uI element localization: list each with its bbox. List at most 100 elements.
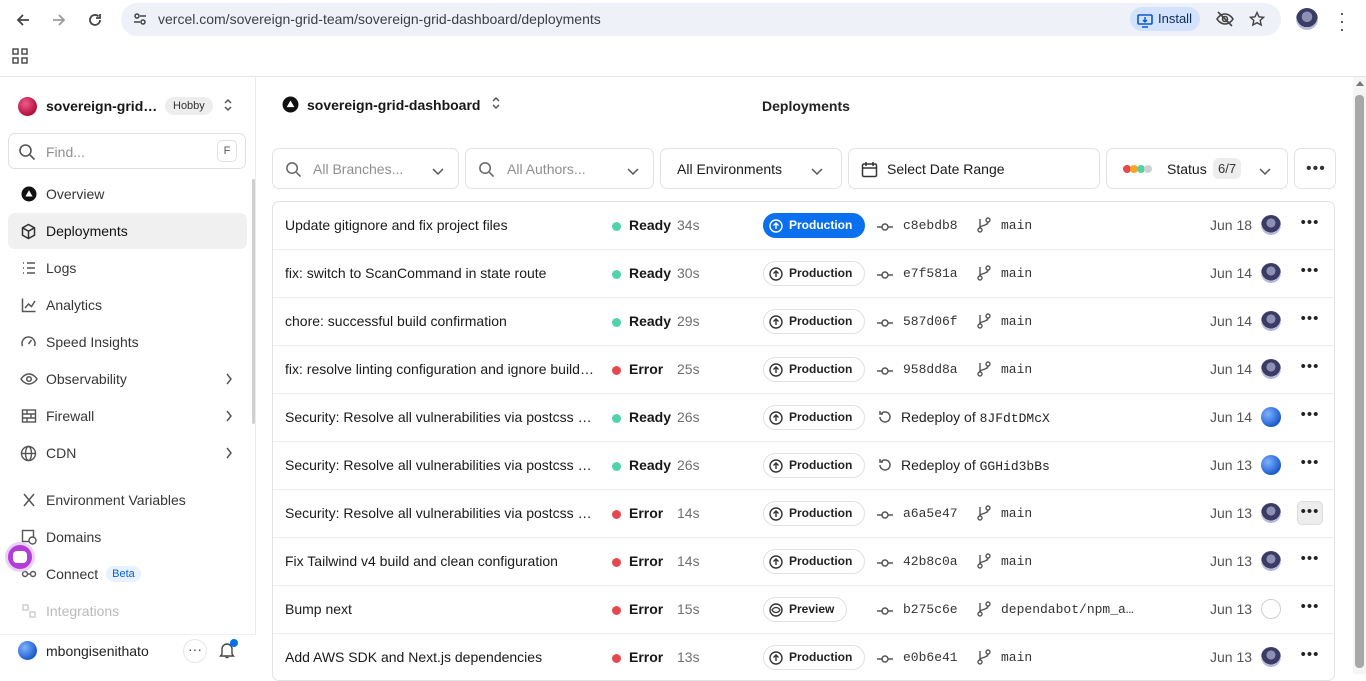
sidebar-item-analytics[interactable]: Analytics	[8, 287, 247, 323]
commit-sha[interactable]: b275c6e	[903, 602, 958, 617]
sidebar-item-environment-variables[interactable]: Environment Variables	[8, 482, 247, 518]
commit-message[interactable]: Bump next	[285, 601, 597, 617]
row-more-button[interactable]: •••	[1297, 453, 1323, 477]
scroll-up-arrow-icon[interactable]	[1356, 81, 1364, 86]
commit-message[interactable]: fix: switch to ScanCommand in state rout…	[285, 265, 597, 281]
environment-badge[interactable]: Production	[763, 501, 866, 526]
page-scrollbar[interactable]	[1353, 77, 1366, 674]
table-row[interactable]: fix: switch to ScanCommand in state rout…	[273, 250, 1334, 298]
table-row[interactable]: Fix Tailwind v4 build and clean configur…	[273, 538, 1334, 586]
commit-sha[interactable]: e7f581a	[903, 266, 958, 281]
table-row[interactable]: fix: resolve linting configuration and i…	[273, 346, 1334, 394]
team-switcher[interactable]: sovereign-grid-team Hobby	[18, 96, 233, 116]
author-avatar[interactable]	[1261, 551, 1281, 571]
row-more-button[interactable]: •••	[1297, 261, 1323, 285]
table-row[interactable]: Security: Resolve all vulnerabilities vi…	[273, 394, 1334, 442]
redeploy-link[interactable]: Redeploy of 8JFdtDMcX	[901, 409, 1050, 426]
user-menu[interactable]: mbongisenithato ···	[0, 634, 256, 674]
row-more-button[interactable]: •••	[1297, 405, 1323, 429]
row-more-button[interactable]: •••	[1297, 213, 1323, 237]
bookmark-star-icon[interactable]	[1248, 10, 1266, 30]
browser-profile-avatar[interactable]	[1296, 8, 1318, 30]
chevron-up-down-icon[interactable]	[491, 96, 501, 113]
author-avatar[interactable]	[1261, 215, 1281, 235]
sidebar-item-observability[interactable]: Observability	[8, 361, 247, 397]
branch-name[interactable]: dependabot/npm_and_yarn/next	[1001, 602, 1141, 617]
table-row[interactable]: Security: Resolve all vulnerabilities vi…	[273, 490, 1334, 538]
author-avatar[interactable]	[1261, 407, 1281, 427]
environments-filter[interactable]: All Environments	[660, 148, 842, 189]
branch-name[interactable]: main	[1001, 506, 1141, 521]
row-more-button[interactable]: •••	[1297, 357, 1323, 381]
row-more-button[interactable]: •••	[1297, 597, 1323, 621]
row-more-button[interactable]: •••	[1297, 309, 1323, 333]
branch-name[interactable]: main	[1001, 554, 1141, 569]
environment-badge[interactable]: Production	[763, 261, 866, 286]
table-row[interactable]: Security: Resolve all vulnerabilities vi…	[273, 442, 1334, 490]
branch-name[interactable]: main	[1001, 314, 1141, 329]
environment-badge[interactable]: Preview	[763, 597, 848, 622]
environment-badge[interactable]: Production	[763, 453, 866, 478]
environment-badge[interactable]: Production	[763, 405, 866, 430]
sidebar-item-deployments[interactable]: Deployments	[8, 213, 247, 249]
branch-name[interactable]: main	[1001, 362, 1141, 377]
author-avatar[interactable]	[1261, 311, 1281, 331]
row-more-button[interactable]: •••	[1297, 645, 1323, 669]
author-avatar[interactable]	[1261, 263, 1281, 283]
author-avatar[interactable]	[1261, 455, 1281, 475]
author-avatar[interactable]	[1261, 599, 1281, 619]
chevron-up-down-icon[interactable]	[223, 98, 233, 115]
sidebar-item-connect[interactable]: Connect Beta	[8, 556, 247, 592]
assistant-bubble-icon[interactable]	[5, 542, 35, 572]
environment-badge[interactable]: Production	[763, 645, 866, 670]
commit-sha[interactable]: 958dd8a	[903, 362, 958, 377]
install-app-button[interactable]: Install	[1130, 7, 1200, 31]
address-bar[interactable]: vercel.com/sovereign-grid-team/sovereign…	[121, 3, 1281, 36]
project-switcher[interactable]: sovereign-grid-dashboard	[282, 96, 501, 113]
status-filter[interactable]: Status 6/7	[1106, 148, 1288, 189]
environment-badge[interactable]: Production	[763, 309, 866, 334]
branch-name[interactable]: main	[1001, 218, 1141, 233]
commit-message[interactable]: Security: Resolve all vulnerabilities vi…	[285, 409, 597, 425]
sidebar-item-cdn[interactable]: CDN	[8, 435, 247, 471]
row-more-button[interactable]: •••	[1297, 549, 1323, 573]
sidebar-item-logs[interactable]: Logs	[8, 250, 247, 286]
environment-badge[interactable]: Production	[763, 549, 866, 574]
site-settings-icon[interactable]	[132, 11, 148, 30]
sidebar-scrollbar[interactable]	[252, 179, 255, 424]
author-avatar[interactable]	[1261, 503, 1281, 523]
sidebar-item-firewall[interactable]: Firewall	[8, 398, 247, 434]
date-range-filter[interactable]: Select Date Range	[848, 148, 1100, 189]
apps-grid-icon[interactable]	[12, 48, 28, 67]
scrollbar-thumb[interactable]	[1355, 95, 1364, 668]
commit-message[interactable]: Fix Tailwind v4 build and clean configur…	[285, 553, 597, 569]
commit-message[interactable]: Update gitignore and fix project files	[285, 217, 597, 233]
branch-name[interactable]: main	[1001, 650, 1141, 665]
redeploy-link[interactable]: Redeploy of GGHid3bBs	[901, 457, 1050, 474]
environment-badge[interactable]: Production	[763, 213, 866, 238]
commit-message[interactable]: Security: Resolve all vulnerabilities vi…	[285, 505, 597, 521]
more-options-button[interactable]: •••	[1294, 148, 1336, 189]
branches-filter[interactable]: All Branches...	[272, 148, 459, 189]
commit-sha[interactable]: e0b6e41	[903, 650, 958, 665]
commit-message[interactable]: Add AWS SDK and Next.js dependencies	[285, 649, 597, 665]
commit-sha[interactable]: a6a5e47	[903, 506, 958, 521]
commit-message[interactable]: fix: resolve linting configuration and i…	[285, 361, 597, 377]
authors-filter[interactable]: All Authors...	[465, 148, 654, 189]
author-avatar[interactable]	[1261, 359, 1281, 379]
sidebar-item-integrations[interactable]: Integrations	[8, 593, 247, 629]
sidebar-item-overview[interactable]: Overview	[8, 176, 247, 212]
eye-off-icon[interactable]	[1215, 11, 1235, 30]
commit-sha[interactable]: 587d06f	[903, 314, 958, 329]
commit-message[interactable]: Security: Resolve all vulnerabilities vi…	[285, 457, 597, 473]
table-row[interactable]: Update gitignore and fix project files Re…	[273, 202, 1334, 250]
user-more-button[interactable]: ···	[183, 639, 207, 663]
find-input[interactable]: Find... F	[8, 133, 246, 169]
row-more-button[interactable]: •••	[1297, 501, 1323, 525]
forward-arrow-icon[interactable]	[45, 6, 73, 34]
environment-badge[interactable]: Production	[763, 357, 866, 382]
commit-sha[interactable]: c8ebdb8	[903, 218, 958, 233]
commit-message[interactable]: chore: successful build confirmation	[285, 313, 597, 329]
browser-menu-icon[interactable]: · · ·	[1334, 4, 1350, 38]
sidebar-item-domains[interactable]: Domains	[8, 519, 247, 555]
